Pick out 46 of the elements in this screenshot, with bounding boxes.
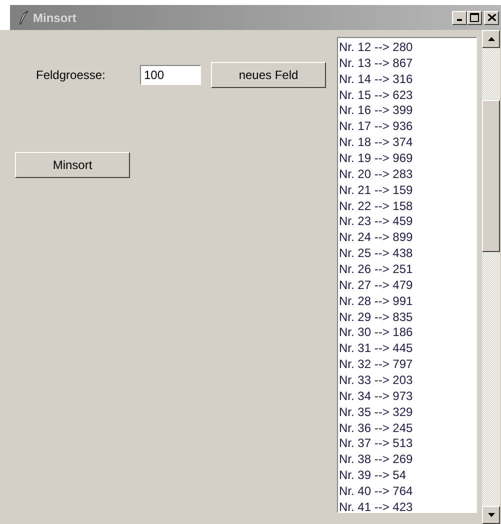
close-button[interactable] (484, 10, 499, 24)
up-arrow-icon (488, 37, 494, 41)
list-item[interactable]: Nr. 33 --> 203 (338, 373, 476, 389)
list-item[interactable]: Nr. 16 --> 399 (338, 103, 476, 120)
list-item[interactable]: Nr. 35 --> 329 (338, 404, 476, 421)
list-item[interactable]: Nr. 23 --> 459 (338, 214, 476, 230)
list-item[interactable]: Nr. 21 --> 159 (338, 182, 476, 199)
down-arrow-icon (488, 513, 494, 517)
list-item[interactable]: Nr. 22 --> 158 (338, 198, 476, 214)
list-item[interactable]: Nr. 36 --> 245 (338, 420, 476, 436)
list-item[interactable]: Nr. 18 --> 374 (338, 135, 476, 152)
list-item[interactable]: Nr. 39 --> 54 (338, 468, 476, 484)
list-item[interactable]: Nr. 19 --> 969 (338, 151, 476, 167)
list-item[interactable]: Nr. 13 --> 867 (338, 56, 476, 72)
list-item[interactable]: Nr. 12 --> 280 (338, 40, 476, 56)
list-item[interactable]: Nr. 38 --> 269 (338, 452, 476, 468)
list-item[interactable]: Nr. 26 --> 251 (338, 262, 476, 278)
sort-button[interactable]: Minsort (15, 152, 130, 178)
list-item[interactable]: Nr. 24 --> 899 (338, 230, 476, 246)
list-item[interactable]: Nr. 25 --> 438 (338, 246, 476, 262)
list-item[interactable]: Nr. 41 --> 423 (338, 500, 476, 512)
list-item[interactable]: Nr. 40 --> 764 (338, 484, 476, 500)
maximize-icon (470, 13, 479, 22)
list-item[interactable]: Nr. 15 --> 623 (338, 88, 476, 104)
close-icon (488, 14, 496, 21)
scroll-thumb[interactable] (482, 100, 500, 252)
list-item[interactable]: Nr. 27 --> 479 (338, 278, 476, 294)
maximize-button[interactable] (467, 10, 482, 24)
field-label: Feldgroesse: (36, 68, 106, 82)
list-item[interactable]: Nr. 17 --> 936 (338, 119, 476, 136)
scroll-down-button[interactable] (482, 506, 500, 524)
list-item[interactable]: Nr. 29 --> 835 (338, 310, 476, 326)
scroll-up-button[interactable] (482, 30, 500, 48)
list-item[interactable]: Nr. 37 --> 513 (338, 436, 476, 452)
list-item[interactable]: Nr. 31 --> 445 (338, 341, 476, 358)
list-item[interactable]: Nr. 28 --> 991 (338, 294, 476, 310)
new-field-button[interactable]: neues Feld (211, 62, 326, 88)
list-item[interactable]: Nr. 20 --> 283 (338, 166, 476, 183)
list-item[interactable]: Nr. 34 --> 973 (338, 388, 476, 405)
list-item[interactable]: Nr. 32 --> 797 (338, 357, 476, 374)
size-field[interactable]: 100 (140, 65, 201, 85)
window-title: Minsort (33, 10, 78, 24)
feather-icon (19, 10, 29, 24)
minimize-button[interactable] (452, 10, 467, 24)
list-item[interactable]: Nr. 30 --> 186 (338, 325, 476, 342)
list-item[interactable]: Nr. 14 --> 316 (338, 72, 476, 88)
